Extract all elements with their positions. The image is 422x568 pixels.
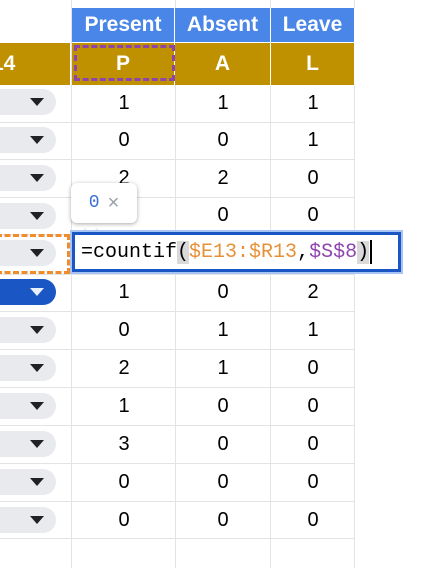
leave-cell[interactable]: 1 <box>263 122 363 159</box>
code-cell-left-label: 14 <box>0 52 16 75</box>
present-cell[interactable]: 0 <box>74 122 174 159</box>
present-cell[interactable]: 0 <box>74 464 174 501</box>
absent-cell[interactable]: 0 <box>173 388 273 425</box>
code-cell-leave[interactable]: L <box>271 43 355 85</box>
formula-editor[interactable]: =countif($E13:$R13, $S$8) <box>72 232 401 272</box>
dropdown-arrow-icon <box>30 174 44 182</box>
status-dropdown[interactable] <box>0 127 56 153</box>
leave-cell[interactable]: 0 <box>263 388 363 425</box>
leave-cell[interactable]: 1 <box>263 85 363 122</box>
dropdown-arrow-icon <box>30 212 44 220</box>
close-icon[interactable]: × <box>108 192 120 215</box>
leave-cell[interactable]: 2 <box>263 274 363 311</box>
status-dropdown[interactable] <box>0 431 56 457</box>
present-cell[interactable]: 1 <box>74 274 174 311</box>
present-cell[interactable]: 1 <box>74 388 174 425</box>
dropdown-arrow-icon <box>30 478 44 486</box>
dropdown-arrow-icon <box>30 98 44 106</box>
status-dropdown[interactable] <box>0 355 56 381</box>
status-dropdown[interactable] <box>0 469 56 495</box>
absent-cell[interactable]: 0 <box>173 197 273 234</box>
formula-comma: , <box>297 240 310 264</box>
status-dropdown[interactable] <box>0 393 56 419</box>
dropdown-arrow-icon <box>30 440 44 448</box>
code-cell-left[interactable]: 14 <box>0 43 70 85</box>
status-dropdown[interactable] <box>0 317 56 343</box>
absent-cell[interactable]: 0 <box>173 274 273 311</box>
status-dropdown-selected[interactable] <box>0 279 56 305</box>
status-dropdown[interactable] <box>0 89 56 115</box>
formula-result-tooltip: 0 × <box>71 183 137 223</box>
dropdown-arrow-icon <box>30 364 44 372</box>
dropdown-arrow-icon <box>30 402 44 410</box>
absent-cell[interactable]: 1 <box>173 312 273 349</box>
absent-cell[interactable]: 0 <box>173 426 273 463</box>
text-cursor <box>370 240 373 264</box>
code-cell-absent[interactable]: A <box>175 43 271 85</box>
formula-range-ref: $E13:$R13 <box>189 240 298 264</box>
status-dropdown[interactable] <box>0 165 56 191</box>
absent-cell[interactable]: 2 <box>173 160 273 197</box>
header-present[interactable]: Present <box>72 8 175 42</box>
gridline <box>71 0 72 568</box>
header-leave[interactable]: Leave <box>271 8 355 42</box>
leave-cell[interactable]: 0 <box>263 426 363 463</box>
dropdown-arrow-icon <box>30 136 44 144</box>
header-absent[interactable]: Absent <box>175 8 271 42</box>
formula-result-value: 0 <box>88 193 100 213</box>
absent-cell[interactable]: 1 <box>173 350 273 387</box>
present-cell[interactable]: 0 <box>74 502 174 539</box>
leave-cell[interactable]: 0 <box>263 197 363 234</box>
leave-cell[interactable]: 1 <box>263 312 363 349</box>
formula-criterion-ref: $S$8 <box>309 240 358 264</box>
dropdown-arrow-icon <box>30 326 44 334</box>
present-cell[interactable]: 2 <box>74 350 174 387</box>
leave-cell[interactable]: 0 <box>263 350 363 387</box>
formula-close-paren: ) <box>357 240 370 264</box>
leave-cell[interactable]: 0 <box>263 160 363 197</box>
absent-cell[interactable]: 0 <box>173 122 273 159</box>
status-dropdown[interactable] <box>0 203 56 229</box>
leave-cell[interactable]: 0 <box>263 464 363 501</box>
present-cell[interactable]: 3 <box>74 426 174 463</box>
formula-row-highlight <box>0 234 70 274</box>
referenced-cell-highlight <box>74 45 175 81</box>
present-cell[interactable]: 1 <box>74 85 174 122</box>
absent-cell[interactable]: 0 <box>173 502 273 539</box>
dropdown-arrow-icon <box>30 516 44 524</box>
formula-open-paren: ( <box>177 240 190 264</box>
leave-cell[interactable]: 0 <box>263 502 363 539</box>
dropdown-arrow-icon <box>30 288 44 296</box>
absent-cell[interactable]: 0 <box>173 464 273 501</box>
status-dropdown[interactable] <box>0 507 56 533</box>
formula-function: =countif <box>81 240 178 264</box>
absent-cell[interactable]: 1 <box>173 85 273 122</box>
header-blank-cell[interactable] <box>0 8 70 42</box>
present-cell[interactable]: 0 <box>74 312 174 349</box>
